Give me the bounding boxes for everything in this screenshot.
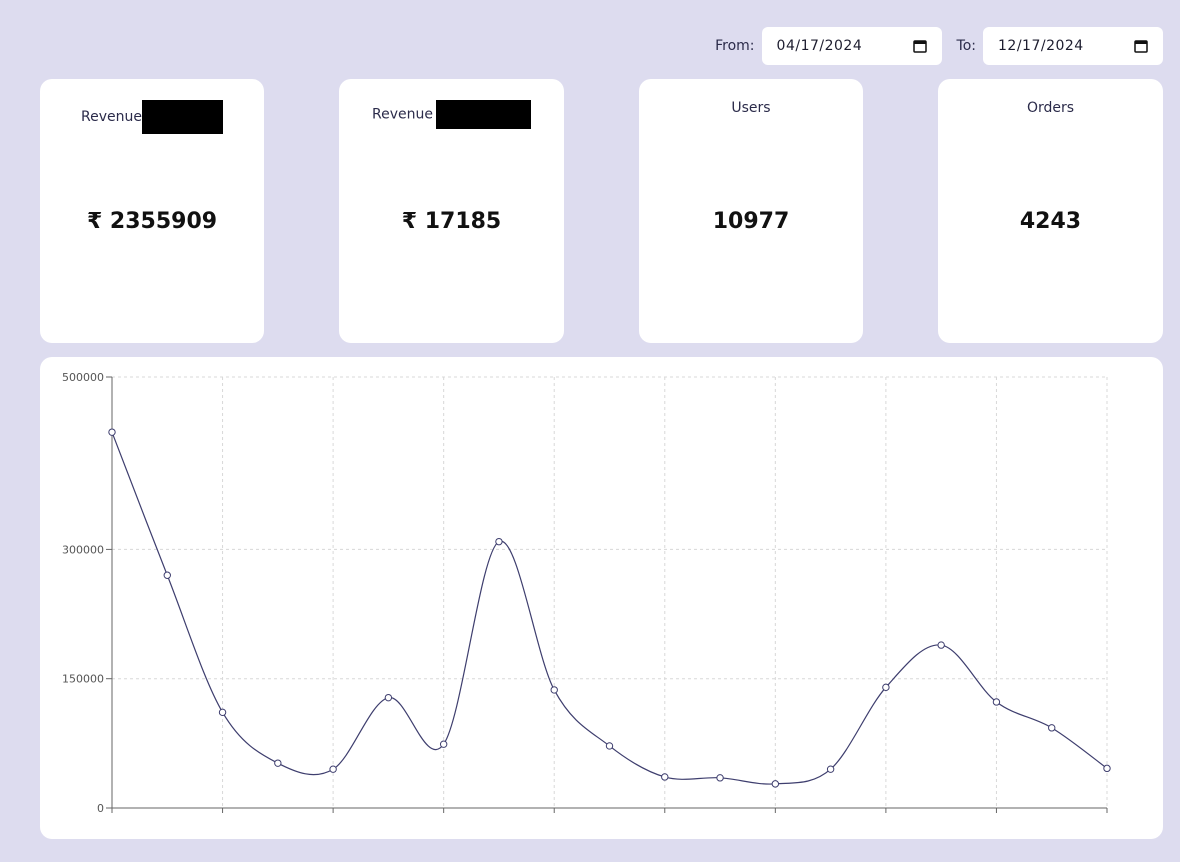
stat-card-users: Users 10977 xyxy=(639,79,863,343)
redaction-box xyxy=(435,100,531,129)
from-date-value: 04/17/2024 xyxy=(776,38,863,54)
data-point xyxy=(661,773,669,781)
stat-card-revenue-period: Revenue ₹ 17185 xyxy=(339,79,564,343)
date-range-filter: From: 04/17/2024 To: 12/17/2024 xyxy=(715,27,1163,65)
calendar-icon[interactable] xyxy=(912,39,927,53)
revenue-line-chart: 0 150000 300000 500000 xyxy=(40,357,1163,839)
data-point xyxy=(218,708,227,717)
to-label: To: xyxy=(956,38,976,54)
from-label: From: xyxy=(715,38,755,54)
from-date-input[interactable]: 04/17/2024 xyxy=(761,27,942,65)
data-point xyxy=(329,765,337,773)
data-point xyxy=(882,683,890,692)
card-title-text: Revenue xyxy=(81,109,142,125)
y-tick-label: 150000 xyxy=(62,673,104,686)
card-value: ₹ 2355909 xyxy=(86,209,218,234)
data-point xyxy=(1103,764,1111,773)
data-point xyxy=(384,693,393,702)
calendar-icon[interactable] xyxy=(1134,39,1148,53)
card-title-text: Revenue xyxy=(372,106,433,123)
data-point xyxy=(771,780,780,788)
y-tick-label: 0 xyxy=(97,802,104,815)
data-point xyxy=(605,742,614,750)
card-title: Orders xyxy=(1026,100,1075,116)
card-value: 10977 xyxy=(712,209,790,234)
chart-canvas: 0 150000 300000 500000 xyxy=(62,371,1111,815)
card-title: Users xyxy=(731,100,771,116)
stat-card-revenue-total: Revenue ₹ 2355909 xyxy=(40,79,264,343)
data-point xyxy=(826,765,835,773)
data-point xyxy=(1048,724,1056,732)
series-line xyxy=(111,431,1108,785)
stat-card-orders: Orders 4243 xyxy=(938,79,1163,343)
data-point xyxy=(439,740,448,748)
data-point xyxy=(716,774,724,782)
data-point xyxy=(108,428,116,436)
data-point xyxy=(495,537,503,546)
card-title: Revenue xyxy=(339,100,564,129)
card-value: 4243 xyxy=(1019,209,1082,234)
y-tick-label: 500000 xyxy=(62,371,104,384)
card-title: Revenue xyxy=(40,100,264,134)
y-tick-label: 300000 xyxy=(62,543,104,556)
data-point xyxy=(937,641,945,649)
data-point xyxy=(550,686,558,694)
to-date-value: 12/17/2024 xyxy=(998,38,1084,54)
to-date-input[interactable]: 12/17/2024 xyxy=(983,27,1163,65)
data-point xyxy=(163,571,171,579)
data-point xyxy=(274,759,282,767)
card-value: ₹ 17185 xyxy=(401,209,502,234)
data-point xyxy=(992,698,1001,706)
redaction-box xyxy=(141,100,223,134)
